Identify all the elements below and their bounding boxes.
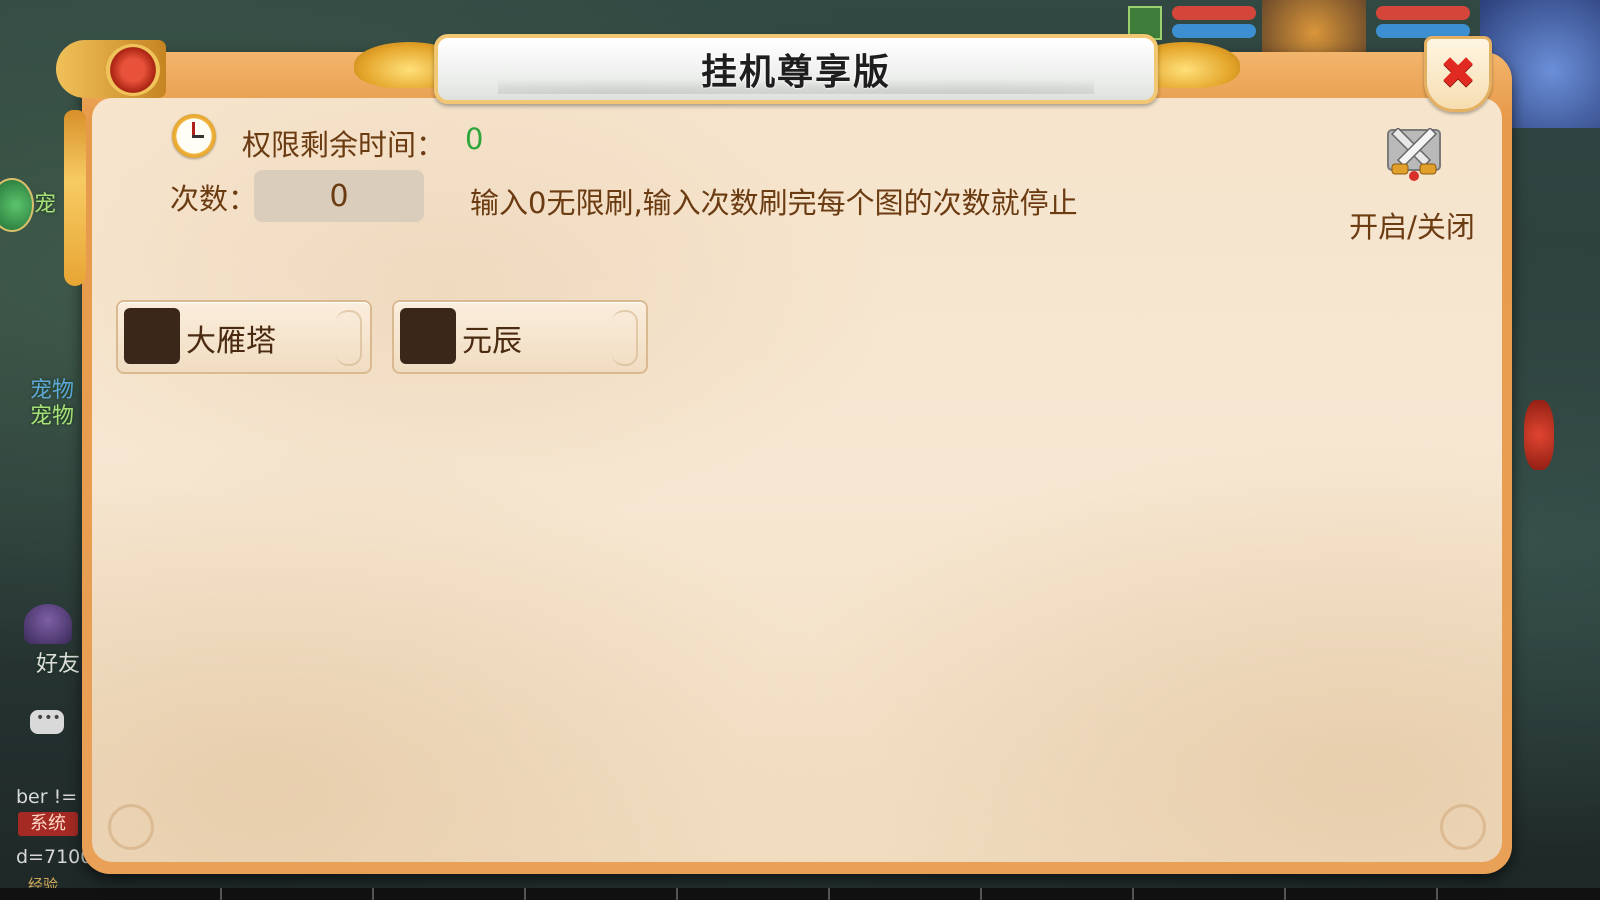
corner-ornament (1440, 804, 1486, 850)
close-button[interactable]: ✖ (1424, 36, 1492, 112)
exp-bar (0, 888, 1600, 900)
clock-icon (172, 114, 216, 158)
map-checkbox[interactable] (124, 308, 180, 364)
party-avatar[interactable] (1262, 0, 1366, 54)
system-tag: 系统 (18, 812, 78, 836)
map-option-dayanta[interactable]: 大雁塔 (116, 300, 372, 374)
map-name: 元辰 (462, 324, 522, 359)
title-plaque: 挂机尊享版 (434, 34, 1158, 104)
chat-line-1: ber != (16, 786, 78, 808)
hp-bar-2 (1376, 6, 1470, 20)
dialog-title: 挂机尊享版 (700, 52, 891, 93)
map-option-yuanchen[interactable]: 元辰 (392, 300, 648, 374)
toggle-label: 开启/关闭 (1349, 210, 1475, 244)
lantern-decoration (1524, 400, 1554, 470)
count-input[interactable] (254, 170, 424, 222)
crossed-swords-icon (1387, 128, 1441, 181)
map-name: 大雁塔 (186, 324, 276, 359)
chat-icon[interactable] (30, 710, 64, 734)
hp-bar (1172, 6, 1256, 20)
time-remaining-value: 0 (465, 122, 484, 156)
count-label: 次数： (170, 182, 258, 216)
close-icon: ✖ (1439, 48, 1477, 99)
tassel-ornament (64, 110, 86, 286)
time-remaining-label: 权限剩余时间： (242, 128, 446, 162)
item-ornament (612, 310, 638, 366)
horn-icon (56, 40, 166, 98)
chat-line-2: d=7100 (16, 846, 93, 868)
pet-badge-icon[interactable] (0, 178, 34, 232)
mp-bar (1172, 24, 1256, 38)
map-checkbox[interactable] (400, 308, 456, 364)
toggle-afk-button[interactable]: 开启/关闭 (1342, 120, 1482, 250)
count-hint: 输入0无限刷,输入次数刷完每个图的次数就停止 (470, 186, 1078, 220)
item-ornament (336, 310, 362, 366)
corner-ornament (108, 804, 154, 850)
friend-icon[interactable] (24, 604, 72, 644)
